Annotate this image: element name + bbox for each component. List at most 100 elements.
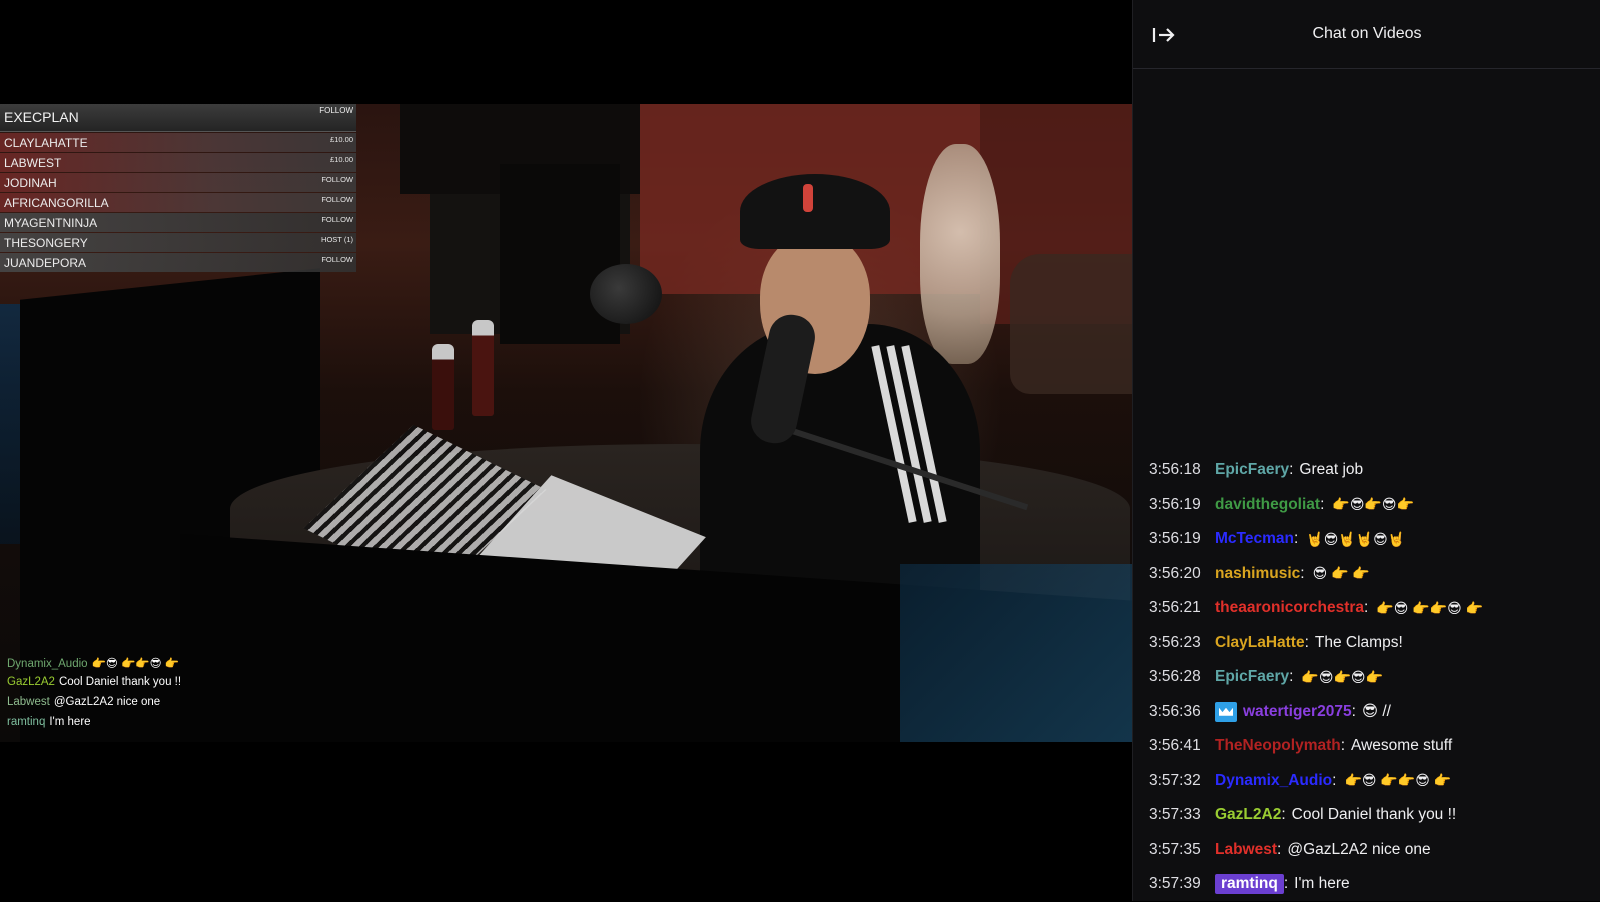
- message-username[interactable]: McTecman: [1215, 530, 1294, 548]
- message-text: @GazL2A2 nice one: [1287, 840, 1431, 858]
- message-text: Great job: [1299, 461, 1364, 479]
- leaderboard-tag: FOLLOW: [321, 195, 353, 204]
- message-text: 👉😎👉😎👉: [1332, 496, 1414, 513]
- colon: :: [1351, 702, 1356, 720]
- message-timestamp[interactable]: 3:56:19: [1149, 496, 1207, 514]
- leaderboard-row: LABWEST £10.00: [0, 153, 356, 172]
- colon: :: [1293, 530, 1299, 548]
- message-username[interactable]: Dynamix_Audio: [1215, 772, 1332, 790]
- colon: :: [1281, 806, 1286, 824]
- chat-message: 3:56:19 davidthegoliat: 👉😎👉😎👉: [1149, 488, 1593, 523]
- message-text: 👉😎 👉👉😎 👉: [1344, 772, 1452, 789]
- video-chat-text: Cool Daniel thank you !!: [58, 676, 182, 688]
- chat-message: 3:56:19 McTecman: 🤘😎🤘🤘😎🤘: [1149, 522, 1593, 557]
- colon: :: [1300, 564, 1305, 582]
- message-text: 😎 //: [1361, 703, 1391, 721]
- video-chat-text: 👉😎 👉👉😎 👉: [91, 658, 180, 670]
- chat-header: Chat on Videos: [1133, 0, 1600, 69]
- message-timestamp[interactable]: 3:57:35: [1149, 841, 1207, 859]
- leaderboard-header: EXECPLAN FOLLOW: [0, 104, 356, 132]
- message-timestamp[interactable]: 3:56:19: [1149, 530, 1207, 548]
- message-timestamp[interactable]: 3:56:20: [1149, 565, 1207, 583]
- cap-logo: [803, 184, 813, 212]
- leaderboard-tag: FOLLOW: [321, 255, 353, 264]
- stream-leaderboard: EXECPLAN FOLLOW CLAYLAHATTE £10.00 LABWE…: [0, 104, 356, 272]
- leaderboard-row: JODINAH FOLLOW: [0, 173, 356, 192]
- video-chat-line: Labwest @GazL2A2 nice one: [7, 696, 247, 716]
- message-username[interactable]: theaaronicorchestra: [1215, 599, 1364, 617]
- leaderboard-name: JUANDEPORA: [4, 256, 87, 270]
- leaderboard-header-tag: FOLLOW: [319, 106, 353, 115]
- video-chat-line: GazL2A2 Cool Daniel thank you !!: [7, 676, 247, 696]
- message-username[interactable]: watertiger2075: [1243, 703, 1352, 721]
- message-text: Cool Daniel thank you !!: [1291, 806, 1457, 824]
- leaderboard-row: CLAYLAHATTE £10.00: [0, 133, 356, 152]
- leaderboard-tag: £10.00: [330, 155, 353, 164]
- colon: :: [1304, 633, 1309, 651]
- message-text: 😎 👉 👉: [1312, 565, 1370, 582]
- chat-title: Chat on Videos: [1312, 25, 1422, 42]
- message-username[interactable]: nashimusic: [1215, 565, 1300, 583]
- message-username[interactable]: GazL2A2: [1215, 806, 1281, 824]
- leaderboard-row: JUANDEPORA FOLLOW: [0, 253, 356, 272]
- message-username[interactable]: EpicFaery: [1215, 668, 1289, 686]
- message-username[interactable]: EpicFaery: [1215, 461, 1289, 479]
- video-chat-line: ramtinq I'm here: [7, 716, 247, 736]
- chat-message: 3:57:33 GazL2A2: Cool Daniel thank you !…: [1149, 798, 1593, 833]
- crown-badge-icon[interactable]: [1215, 701, 1237, 722]
- video-player[interactable]: EXECPLAN FOLLOW CLAYLAHATTE £10.00 LABWE…: [0, 0, 1132, 901]
- leaderboard-name: THESONGERY: [4, 236, 88, 250]
- helmet: [590, 264, 662, 324]
- colon: :: [1289, 461, 1294, 479]
- message-timestamp[interactable]: 3:57:33: [1149, 806, 1207, 824]
- leaderboard-name: JODINAH: [4, 176, 57, 190]
- message-text: 🤘😎🤘🤘😎🤘: [1306, 530, 1406, 547]
- chat-message-list[interactable]: 3:56:18 EpicFaery: Great job 3:56:19 dav…: [1149, 453, 1593, 902]
- chat-message: 3:57:39 ramtinq: I'm here: [1149, 867, 1593, 902]
- chat-panel: Chat on Videos 3:56:18 EpicFaery: Great …: [1132, 0, 1600, 901]
- soda-bottle: [472, 320, 494, 416]
- colon: :: [1320, 495, 1325, 513]
- message-timestamp[interactable]: 3:56:36: [1149, 703, 1207, 721]
- armchair: [1010, 254, 1132, 394]
- chat-message: 3:56:21 theaaronicorchestra: 👉😎 👉👉😎 👉: [1149, 591, 1593, 626]
- message-timestamp[interactable]: 3:57:32: [1149, 772, 1207, 790]
- chat-message: 3:56:41 TheNeopolymath: Awesome stuff: [1149, 729, 1593, 764]
- collapse-right-arrow-icon[interactable]: [1149, 20, 1179, 50]
- video-chat-user: GazL2A2: [7, 676, 55, 688]
- leaderboard-tag: £10.00: [330, 135, 353, 144]
- message-username[interactable]: davidthegoliat: [1215, 496, 1320, 514]
- message-timestamp[interactable]: 3:56:21: [1149, 599, 1207, 617]
- message-text: The Clamps!: [1314, 633, 1403, 651]
- message-timestamp[interactable]: 3:56:28: [1149, 668, 1207, 686]
- cello: [920, 144, 1000, 364]
- message-timestamp[interactable]: 3:57:39: [1149, 875, 1207, 893]
- message-text: 👉😎 👉👉😎 👉: [1376, 599, 1484, 616]
- message-timestamp[interactable]: 3:56:23: [1149, 634, 1207, 652]
- leaderboard-name: MYAGENTNINJA: [4, 216, 98, 230]
- leaderboard-tag: FOLLOW: [321, 215, 353, 224]
- chat-message: 3:56:28 EpicFaery: 👉😎👉😎👉: [1149, 660, 1593, 695]
- message-username[interactable]: ClayLaHatte: [1215, 634, 1305, 652]
- colon: :: [1332, 771, 1337, 789]
- message-timestamp[interactable]: 3:56:41: [1149, 737, 1207, 755]
- video-chat-text: @GazL2A2 nice one: [53, 696, 161, 708]
- message-timestamp[interactable]: 3:56:18: [1149, 461, 1207, 479]
- video-chat-text: I'm here: [49, 716, 91, 728]
- monitor-screen: [900, 564, 1132, 742]
- leaderboard-row: MYAGENTNINJA FOLLOW: [0, 213, 356, 232]
- colon: :: [1340, 737, 1346, 755]
- leaderboard-name: CLAYLAHATTE: [4, 136, 88, 150]
- video-chat-user: ramtinq: [7, 716, 46, 728]
- message-username[interactable]: TheNeopolymath: [1215, 737, 1341, 755]
- chat-message: 3:56:20 nashimusic: 😎 👉 👉: [1149, 557, 1593, 592]
- chat-message: 3:57:35 Labwest: @GazL2A2 nice one: [1149, 833, 1593, 868]
- message-username[interactable]: Labwest: [1215, 841, 1277, 859]
- colon: :: [1289, 668, 1294, 686]
- colon: :: [1364, 599, 1369, 617]
- colon: :: [1277, 840, 1282, 858]
- chat-message: 3:56:36 watertiger2075: 😎 //: [1149, 695, 1593, 730]
- message-username[interactable]: ramtinq: [1215, 874, 1284, 895]
- leaderboard-tag: HOST (1): [321, 235, 353, 244]
- leaderboard-row: THESONGERY HOST (1): [0, 233, 356, 252]
